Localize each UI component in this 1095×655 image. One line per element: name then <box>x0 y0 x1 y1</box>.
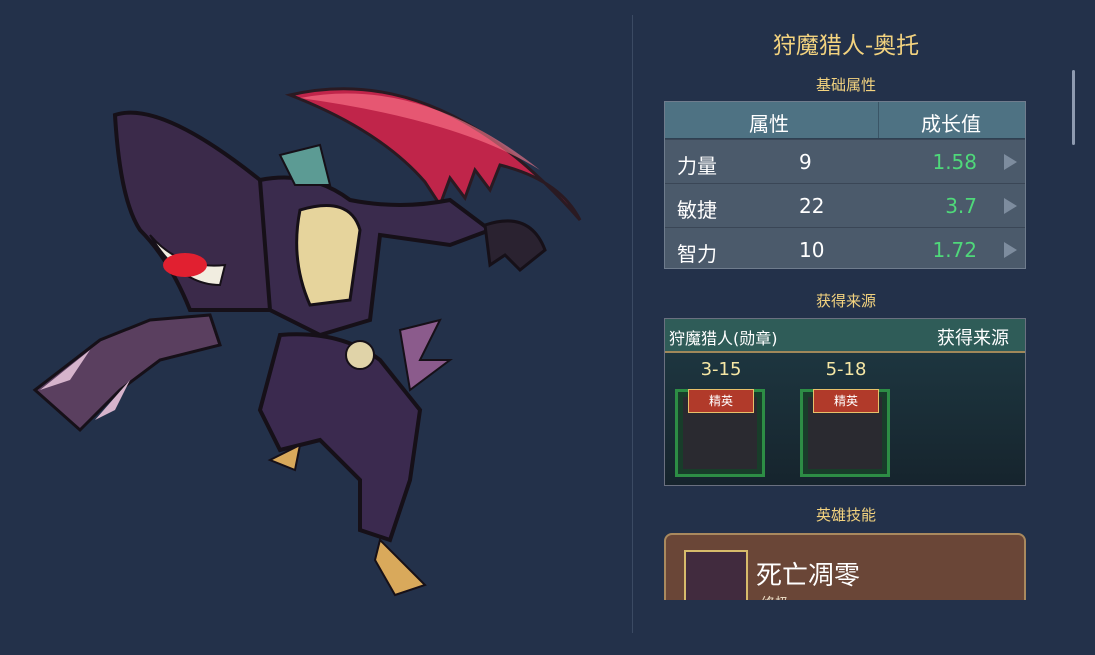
header-divider <box>878 102 879 138</box>
elite-badge: 精英 <box>813 389 879 413</box>
stats-table: 属性 成长值 力量 9 1.58 敏捷 22 3.7 智力 10 1.72 <box>664 101 1026 269</box>
hero-info-panel: 狩魔猎人-奥托 基础属性 属性 成长值 力量 9 1.58 敏捷 22 3.7 … <box>660 0 1032 600</box>
hero-title: 狩魔猎人-奥托 <box>772 33 920 59</box>
stat-name: 智力 <box>677 242 717 266</box>
arrow-right-icon[interactable] <box>1004 154 1017 170</box>
skill-subtitle: 终极 <box>761 593 789 600</box>
stage-card[interactable]: 3-15 精英 <box>675 359 767 479</box>
stat-value: 22 <box>799 194 825 218</box>
source-box: 狩魔猎人(勋章) 获得来源 3-15 精英 5-18 精英 <box>664 318 1026 486</box>
stat-growth: 1.72 <box>932 238 977 262</box>
arrow-right-icon[interactable] <box>1004 242 1017 258</box>
panel-divider <box>632 15 633 633</box>
stat-row-intelligence[interactable]: 智力 10 1.72 <box>665 227 1025 272</box>
skill-name: 死亡凋零 <box>756 561 861 591</box>
stat-value: 10 <box>799 238 825 262</box>
hero-portrait <box>20 60 620 620</box>
source-item-name: 狩魔猎人(勋章) <box>669 329 778 348</box>
stat-growth: 3.7 <box>945 194 977 218</box>
section-title-skills: 英雄技能 <box>815 506 876 524</box>
scrollbar[interactable] <box>1072 70 1075 145</box>
stage-card[interactable]: 5-18 精英 <box>800 359 892 479</box>
stat-row-agility[interactable]: 敏捷 22 3.7 <box>665 183 1025 228</box>
section-title-base-stats: 基础属性 <box>815 76 876 94</box>
skill-card[interactable]: 死亡凋零 终极 <box>664 533 1026 600</box>
stat-name: 敏捷 <box>677 198 717 222</box>
elite-badge: 精英 <box>688 389 754 413</box>
stat-name: 力量 <box>677 154 717 178</box>
source-header: 狩魔猎人(勋章) 获得来源 <box>665 319 1025 353</box>
section-title-sources: 获得来源 <box>815 292 876 310</box>
stat-value: 9 <box>799 150 812 174</box>
stats-table-header: 属性 成长值 <box>665 102 1025 139</box>
stage-label: 5-18 <box>825 359 867 380</box>
header-attribute: 属性 <box>749 112 789 136</box>
skill-icon <box>684 550 748 600</box>
stage-portrait[interactable]: 精英 <box>800 389 890 477</box>
stage-label: 3-15 <box>700 359 742 380</box>
header-growth: 成长值 <box>921 112 981 136</box>
stat-row-strength[interactable]: 力量 9 1.58 <box>665 139 1025 184</box>
source-header-label: 获得来源 <box>937 328 1009 349</box>
arrow-right-icon[interactable] <box>1004 198 1017 214</box>
stat-growth: 1.58 <box>932 150 977 174</box>
stage-portrait[interactable]: 精英 <box>675 389 765 477</box>
